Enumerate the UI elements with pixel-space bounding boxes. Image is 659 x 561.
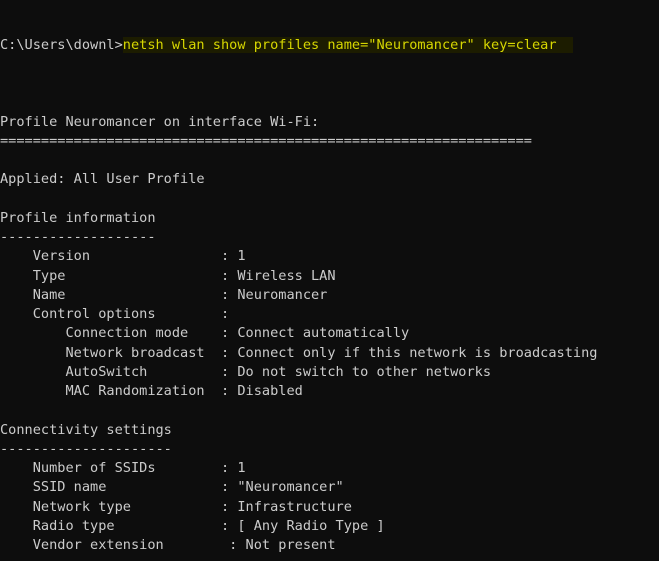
typed-command[interactable]: netsh wlan show profiles name="Neuromanc…	[122, 36, 573, 53]
output-line: AutoSwitch : Do not switch to other netw…	[0, 363, 492, 380]
output-line: Applied: All User Profile	[0, 171, 205, 188]
output-line: Network type : Infrastructure	[0, 498, 352, 515]
output-line: Control options :	[0, 306, 230, 322]
output-line: -------------------	[0, 229, 156, 245]
output-line: ========================================…	[0, 132, 532, 149]
output-line: Profile information	[0, 209, 156, 226]
output-line: Radio type : [ Any Radio Type ]	[0, 517, 385, 534]
output-line: MAC Randomization : Disabled	[0, 383, 303, 399]
output-line: Number of SSIDs : 1	[0, 460, 246, 476]
output-line: Type : Wireless LAN	[0, 267, 336, 284]
output-line: Connectivity settings	[0, 421, 172, 438]
terminal-screen: C:\Users\downl>netsh wlan show profiles …	[0, 0, 659, 561]
output-line: Name : Neuromancer	[0, 286, 328, 303]
prompt-path: C:\Users\downl>	[0, 36, 123, 53]
output-line: Vendor extension : Not present	[0, 537, 336, 553]
output-line: Connection mode : Connect automatically	[0, 325, 410, 342]
command-prompt-line: C:\Users\downl>netsh wlan show profiles …	[0, 36, 659, 55]
output-line: Profile Neuromancer on interface Wi-Fi:	[0, 113, 320, 130]
command-output: Profile Neuromancer on interface Wi-Fi: =…	[0, 93, 659, 561]
output-line: ---------------------	[0, 440, 172, 457]
output-line: Network broadcast : Connect only if this…	[0, 344, 598, 361]
output-line: Version : 1	[0, 248, 246, 265]
output-line: SSID name : "Neuromancer"	[0, 479, 344, 496]
terminal-window[interactable]: C:\Users\downl>netsh wlan show profiles …	[0, 0, 659, 561]
